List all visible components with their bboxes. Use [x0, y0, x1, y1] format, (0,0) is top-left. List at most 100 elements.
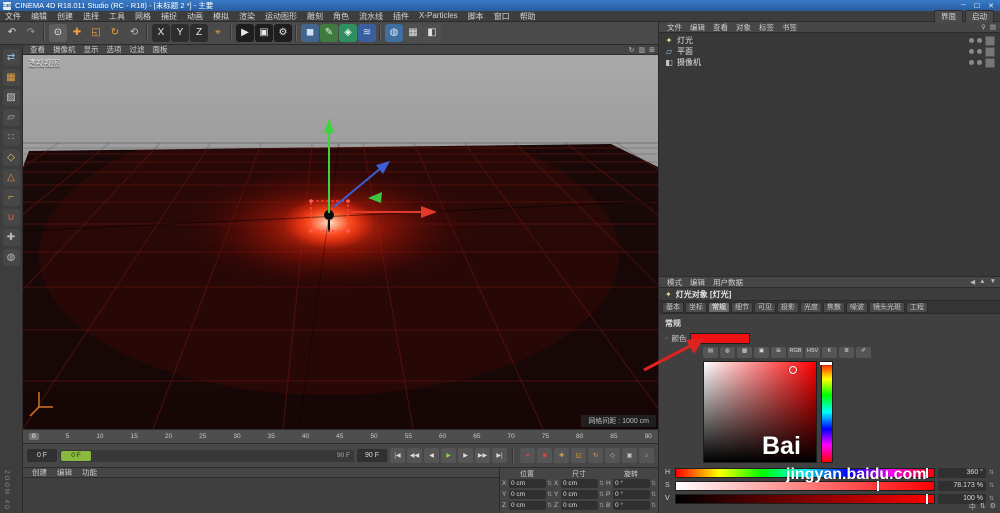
coordinate-value-field[interactable]: 0 cm [509, 490, 546, 499]
axis-mode-icon[interactable]: ⌐ [2, 189, 20, 206]
menu-item[interactable]: 模拟 [208, 11, 234, 22]
timeline-frame-label[interactable]: 0 [29, 433, 39, 440]
attribute-tab[interactable]: 常规 [708, 301, 730, 313]
attribute-menu-item[interactable]: 模式 [663, 277, 686, 288]
object-manager-menu-item[interactable]: 标签 [755, 22, 778, 33]
object-manager-corner-icon[interactable]: ▤ [990, 23, 996, 31]
menu-item[interactable]: 雕刻 [302, 11, 328, 22]
stepper-icon[interactable]: ⇅ [989, 495, 994, 502]
points-mode-icon[interactable]: ∷ [2, 129, 20, 146]
menu-item[interactable]: 角色 [328, 11, 354, 22]
live-selection-icon[interactable]: ⊙ [49, 24, 67, 42]
menu-item[interactable]: 创建 [52, 11, 78, 22]
menu-item[interactable]: 窗口 [489, 11, 515, 22]
render-picture-viewer-icon[interactable]: ▣ [255, 24, 273, 42]
viewport-menu-item[interactable]: 显示 [80, 44, 103, 55]
scale-tool-icon[interactable]: ◱ [87, 24, 105, 42]
timeline-ruler[interactable]: 0 5 10 15 20 25 30 35 40 45 50 55 60 65 70 75 80 85 90 [23, 429, 658, 443]
visibility-dot[interactable] [977, 60, 982, 65]
polygons-mode-icon[interactable]: △ [2, 169, 20, 186]
object-manager-menu-item[interactable]: 文件 [663, 22, 686, 33]
wheel-mode-icon[interactable]: ◍ [720, 346, 735, 358]
visibility-dot[interactable] [969, 38, 974, 43]
keyframe-rotation-button[interactable]: ↻ [588, 448, 603, 463]
menu-item[interactable]: 编辑 [26, 11, 52, 22]
stepper-icon[interactable]: ⇅ [599, 502, 604, 509]
visibility-dot[interactable] [977, 49, 982, 54]
attribute-menu-item[interactable]: 用户数据 [709, 277, 747, 288]
viewport-corner-icon[interactable]: ⊞ [649, 46, 655, 54]
material-menu-item[interactable]: 编辑 [52, 467, 77, 478]
spectrum-mode-icon[interactable]: ▩ [737, 346, 752, 358]
coordinate-value-field[interactable]: 0 cm [561, 501, 598, 510]
menu-item[interactable]: 脚本 [463, 11, 489, 22]
stepper-icon[interactable]: ⇅ [547, 502, 552, 509]
val-slider-track[interactable] [675, 493, 935, 504]
timeline-frame-label[interactable]: 50 [370, 433, 377, 440]
coordinate-value-field[interactable]: 0 ° [613, 501, 650, 510]
keyframe-parameter-button[interactable]: ◇ [605, 448, 620, 463]
viewport-canvas[interactable] [23, 55, 658, 429]
hue-strip[interactable] [820, 361, 833, 463]
last-tool-icon[interactable]: ⟲ [125, 24, 143, 42]
mograph-icon[interactable]: ◈ [339, 24, 357, 42]
viewport-corner-icon[interactable]: ▥ [639, 46, 646, 54]
menu-item[interactable]: X-Particles [414, 11, 463, 22]
coordinate-value-field[interactable]: 0 ° [613, 479, 650, 488]
attribute-tab[interactable]: 细节 [731, 301, 753, 313]
workplane-mode-icon[interactable]: ▱ [2, 109, 20, 126]
material-menu-item[interactable]: 功能 [77, 467, 102, 478]
menu-item[interactable]: 帮助 [515, 11, 541, 22]
attribute-tab[interactable]: 镜头光斑 [869, 301, 905, 313]
eyedropper-icon[interactable]: ✐ [856, 346, 871, 358]
timeline-frame-label[interactable]: 15 [131, 433, 138, 440]
timeline-frame-label[interactable]: 20 [165, 433, 172, 440]
slider-handle[interactable] [926, 467, 929, 478]
viewport-view-label[interactable]: 透视视图 [28, 58, 60, 69]
object-tag-icon[interactable] [985, 35, 995, 46]
goto-end-button[interactable]: ▶| [492, 448, 507, 463]
image-mode-icon[interactable]: ▣ [754, 346, 769, 358]
stepper-icon[interactable]: ⇅ [599, 491, 604, 498]
object-manager-menu-item[interactable]: 对象 [732, 22, 755, 33]
undo-icon[interactable]: ↶ [3, 24, 21, 42]
menu-item[interactable]: 捕捉 [156, 11, 182, 22]
color-cursor[interactable] [789, 366, 798, 374]
slider-value-field[interactable]: 360 ° [937, 467, 986, 478]
object-label[interactable]: 灯光 [677, 35, 693, 46]
hue-handle[interactable] [820, 362, 832, 365]
sound-button[interactable]: ♪ [639, 448, 654, 463]
viewport-menu-item[interactable]: 摄像机 [49, 44, 80, 55]
deformer-icon[interactable]: ≋ [358, 24, 376, 42]
object-tag-icon[interactable] [985, 57, 995, 68]
coordinate-value-field[interactable]: 0 cm [561, 490, 598, 499]
object-manager-menu-item[interactable]: 查看 [709, 22, 732, 33]
stepper-icon[interactable]: ⇅ [599, 480, 604, 487]
coordinate-value-field[interactable]: 0 cm [509, 501, 546, 510]
move-tool-icon[interactable]: ✚ [68, 24, 86, 42]
object-label[interactable]: 摄像机 [677, 57, 701, 68]
timeline-frame-label[interactable]: 80 [576, 433, 583, 440]
timeline-frame-label[interactable]: 70 [508, 433, 515, 440]
next-frame-button[interactable]: ▶ [458, 448, 473, 463]
prev-key-button[interactable]: ◀◀ [407, 448, 422, 463]
visibility-dot[interactable] [969, 49, 974, 54]
timeline-frame-label[interactable]: 35 [268, 433, 275, 440]
stepper-icon[interactable]: ⇅ [547, 491, 552, 498]
status-icon[interactable]: ⇅ [980, 502, 986, 512]
coordinate-value-field[interactable]: 0 ° [613, 490, 650, 499]
viewport-canvas-wrap[interactable]: 透视视图 网格间距 : 1000 cm [23, 55, 658, 429]
viewport-corner-icon[interactable]: ↻ [629, 46, 635, 54]
mixer-mode-icon[interactable]: ≣ [839, 346, 854, 358]
timeline-frame-label[interactable]: 75 [542, 433, 549, 440]
render-view-icon[interactable]: ▶ [236, 24, 254, 42]
lock-x-axis-icon[interactable]: X [152, 24, 170, 42]
viewport-menu-item[interactable]: 过滤 [126, 44, 149, 55]
menu-item[interactable]: 渲染 [234, 11, 260, 22]
attribute-corner-icon[interactable]: ▼ [990, 278, 996, 286]
attribute-tab[interactable]: 光度 [800, 301, 822, 313]
menu-item[interactable]: 插件 [388, 11, 414, 22]
menu-item[interactable]: 运动图形 [260, 11, 302, 22]
keyframe-scale-button[interactable]: ◱ [571, 448, 586, 463]
environment-icon[interactable]: ◍ [385, 24, 403, 42]
